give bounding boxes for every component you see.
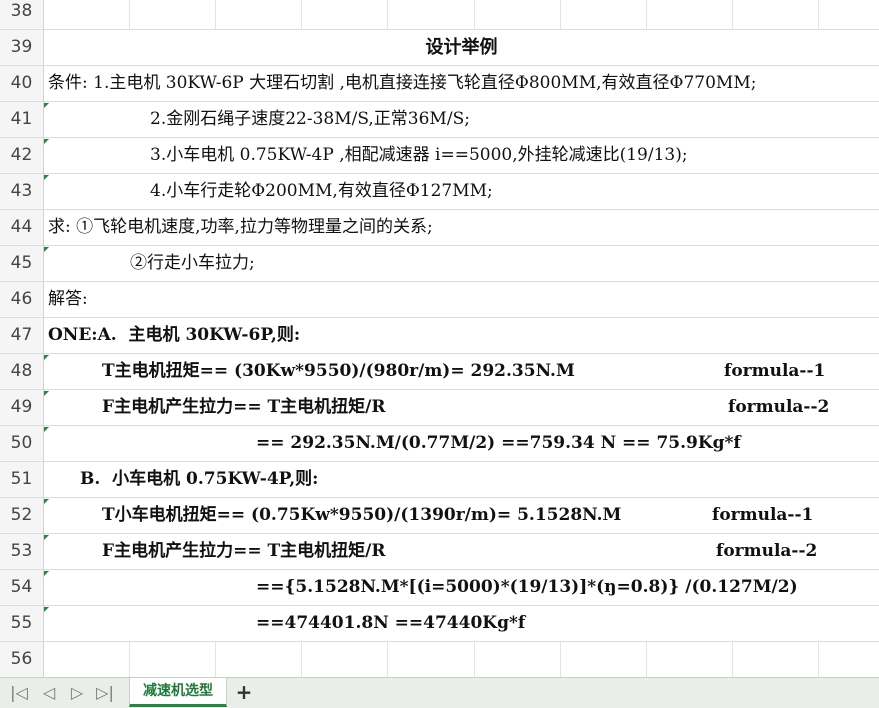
column-gridline [560,642,561,677]
table-row: 38 [0,0,879,30]
formula-label-cell[interactable]: formula--1 [724,354,825,389]
table-row: 48 T主电机扭矩== (30Kw*9550)/(980r/m)= 292.35N… [0,354,879,390]
column-gridline [301,642,302,677]
column-gridline [732,0,733,30]
table-row: 49 F主电机产生拉力== T主电机扭矩/R formula--2 [0,390,879,426]
table-row: 54 =={5.1528N.M*[(i=5000)*(19/13)]*(ŋ=0.8… [0,570,879,606]
column-gridline [560,0,561,30]
column-gridline [818,642,819,677]
table-row: 56 [0,642,879,677]
row-number[interactable]: 52 [0,498,43,533]
cell-text[interactable]: T小车电机扭矩== (0.75Kw*9550)/(1390r/m)= 5.152… [102,498,621,533]
cell-indicator-icon [44,499,49,504]
table-row: 44 求: ①飞轮电机速度,功率,拉力等物理量之间的关系; [0,210,879,246]
table-row: 46 解答: [0,282,879,318]
last-sheet-icon[interactable]: ▷| [94,682,116,704]
cell-text[interactable]: ②行走小车拉力; [130,246,255,281]
sheet-tab-bar: |◁ ◁ ▷ ▷| 减速机选型 + [0,677,879,708]
row-number[interactable]: 48 [0,354,43,389]
formula-label-cell[interactable]: formula--2 [728,390,829,425]
row-number[interactable]: 42 [0,138,43,173]
column-gridline [732,642,733,677]
cell-indicator-icon [44,247,49,252]
row-number[interactable]: 39 [0,30,43,65]
column-gridline [818,0,819,30]
cell-text[interactable]: ONE:A. 主电机 30KW-6P,则: [48,318,300,353]
column-gridline [301,0,302,30]
table-row: 51 B. 小车电机 0.75KW-4P,则: [0,462,879,498]
cell-text[interactable]: 2.金刚石绳子速度22-38M/S,正常36M/S; [150,102,470,137]
spreadsheet-grid[interactable]: 38 39 设计举例 40 条件: 1.主电机 30KW-6P 大理石切割 ,电机直接连… [0,0,879,677]
column-gridline [129,0,130,30]
row-number[interactable]: 43 [0,174,43,209]
cell-indicator-icon [44,535,49,540]
table-row: 52 T小车电机扭矩== (0.75Kw*9550)/(1390r/m)= 5.1… [0,498,879,534]
cell-text[interactable]: 条件: 1.主电机 30KW-6P 大理石切割 ,电机直接连接飞轮直径Φ800M… [48,66,756,101]
formula-label-cell[interactable]: formula--1 [712,498,813,533]
cell-text[interactable]: =={5.1528N.M*[(i=5000)*(19/13)]*(ŋ=0.8)}… [256,570,798,605]
column-gridline [474,0,475,30]
table-row: 45 ②行走小车拉力; [0,246,879,282]
table-row: 39 设计举例 [0,30,879,66]
cell-text[interactable]: 解答: [48,282,88,317]
sheet-title-cell[interactable]: 设计举例 [44,30,879,65]
row-number[interactable]: 41 [0,102,43,137]
column-gridline [646,0,647,30]
table-row: 42 3.小车电机 0.75KW-4P ,相配减速器 i==5000,外挂轮减速比… [0,138,879,174]
row-number[interactable]: 40 [0,66,43,101]
row-number[interactable]: 49 [0,390,43,425]
cell-text[interactable]: F主电机产生拉力== T主电机扭矩/R [102,390,385,425]
row-number[interactable]: 46 [0,282,43,317]
table-row: 40 条件: 1.主电机 30KW-6P 大理石切割 ,电机直接连接飞轮直径Φ80… [0,66,879,102]
prev-sheet-icon[interactable]: ◁ [38,682,60,704]
cell-text[interactable]: == 292.35N.M/(0.77M/2) ==759.34 N == 75.… [256,426,741,461]
sheet-tab-active[interactable]: 减速机选型 [129,678,227,707]
table-row: 55 ==474401.8N ==47440Kg*f [0,606,879,642]
cell-text[interactable]: T主电机扭矩== (30Kw*9550)/(980r/m)= 292.35N.M [102,354,575,389]
cell-indicator-icon [44,427,49,432]
cell-indicator-icon [44,355,49,360]
row-number[interactable]: 55 [0,606,43,641]
cell-text[interactable]: ==474401.8N ==47440Kg*f [256,606,525,641]
cell-indicator-icon [44,139,49,144]
row-number[interactable]: 50 [0,426,43,461]
column-gridline [474,642,475,677]
column-gridline [215,0,216,30]
column-gridline [387,0,388,30]
column-gridline [387,642,388,677]
table-row: 53 F主电机产生拉力== T主电机扭矩/R formula--2 [0,534,879,570]
add-sheet-icon[interactable]: + [233,681,255,703]
row-number[interactable]: 56 [0,642,43,677]
cell-indicator-icon [44,103,49,108]
table-row: 47 ONE:A. 主电机 30KW-6P,则: [0,318,879,354]
table-row: 41 2.金刚石绳子速度22-38M/S,正常36M/S; [0,102,879,138]
cell-indicator-icon [44,175,49,180]
column-gridline [215,642,216,677]
cell-indicator-icon [44,607,49,612]
table-row: 43 4.小车行走轮Φ200MM,有效直径Φ127MM; [0,174,879,210]
row-number[interactable]: 38 [0,0,43,29]
table-row: 50 == 292.35N.M/(0.77M/2) ==759.34 N == 7… [0,426,879,462]
row-number[interactable]: 51 [0,462,43,497]
cell-indicator-icon [44,391,49,396]
first-sheet-icon[interactable]: |◁ [8,682,30,704]
column-gridline [129,642,130,677]
row-number[interactable]: 45 [0,246,43,281]
row-number[interactable]: 54 [0,570,43,605]
row-number[interactable]: 47 [0,318,43,353]
cell-text[interactable]: B. 小车电机 0.75KW-4P,则: [80,462,318,497]
next-sheet-icon[interactable]: ▷ [66,682,88,704]
cell-text[interactable]: F主电机产生拉力== T主电机扭矩/R [102,534,385,569]
row-number[interactable]: 53 [0,534,43,569]
cell-indicator-icon [44,571,49,576]
formula-label-cell[interactable]: formula--2 [716,534,817,569]
column-gridline [646,642,647,677]
cell-text[interactable]: 3.小车电机 0.75KW-4P ,相配减速器 i==5000,外挂轮减速比(1… [150,138,688,173]
cell-text[interactable]: 4.小车行走轮Φ200MM,有效直径Φ127MM; [150,174,493,209]
cell-text[interactable]: 求: ①飞轮电机速度,功率,拉力等物理量之间的关系; [48,210,433,245]
sheet-tab-label: 减速机选型 [143,683,213,699]
row-number[interactable]: 44 [0,210,43,245]
